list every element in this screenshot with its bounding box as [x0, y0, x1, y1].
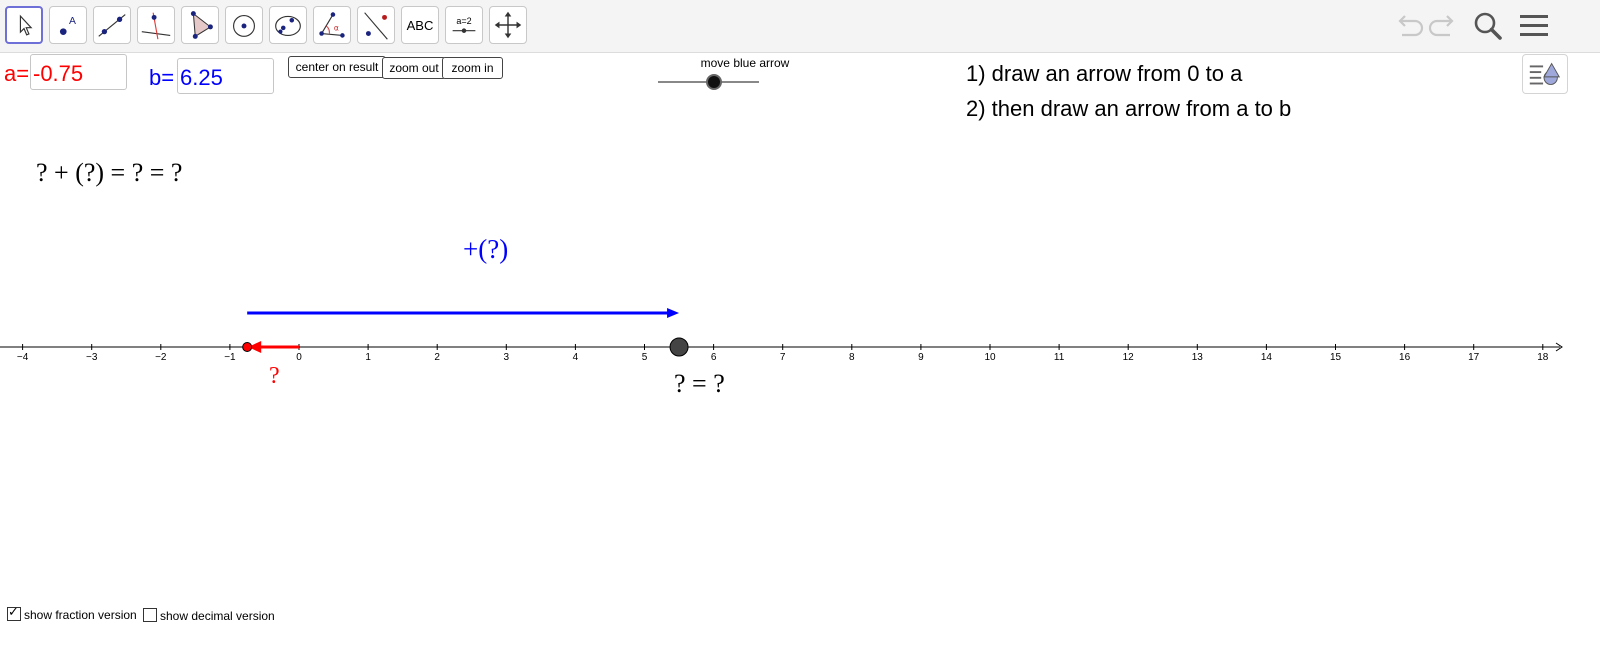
fraction-version-checkbox[interactable]: show fraction version	[7, 605, 137, 622]
tick-label: 5	[642, 352, 648, 363]
tick-label: 14	[1261, 352, 1273, 363]
tick-label: 8	[849, 352, 855, 363]
decimal-version-checkbox[interactable]: show decimal version	[143, 608, 275, 623]
arrows	[242, 308, 689, 357]
tick-label: 13	[1192, 352, 1204, 363]
tick-label: 10	[984, 352, 996, 363]
tick-label: 11	[1054, 352, 1065, 363]
graphics-view[interactable]: −4 −3 −2 −1 0 1 2 3 4 5 6 7 8 9 10 11 12 13 14 15 16 17 18	[0, 0, 1600, 650]
tick-label: 3	[504, 352, 510, 363]
tick-label: 17	[1468, 352, 1480, 363]
tick-label: −4	[17, 352, 29, 363]
tick-label: 1	[365, 352, 371, 363]
tick-label: 18	[1537, 352, 1549, 363]
tick-label: 0	[296, 352, 302, 363]
result-point[interactable]	[669, 337, 689, 357]
point-a[interactable]	[242, 342, 253, 352]
tick-label: 12	[1123, 352, 1135, 363]
tick-label: 2	[434, 352, 440, 363]
number-line: −4 −3 −2 −1 0 1 2 3 4 5 6 7 8 9 10 11 12 13 14 15 16 17 18	[0, 342, 1563, 363]
tick-label: 15	[1330, 352, 1342, 363]
tick-label: −3	[86, 352, 98, 363]
fraction-checkbox-box[interactable]	[7, 605, 21, 621]
tick-label: 4	[573, 352, 579, 363]
tick-label: −1	[224, 352, 236, 363]
blue-arrowhead	[667, 308, 680, 318]
decimal-checkbox-label: show decimal version	[160, 609, 275, 623]
tick-label: 9	[918, 352, 924, 363]
decimal-checkbox-box[interactable]	[143, 608, 157, 622]
tick-label: 7	[780, 352, 786, 363]
tick-label: 16	[1399, 352, 1411, 363]
tick-label: 6	[711, 352, 717, 363]
fraction-checkbox-label: show fraction version	[24, 608, 137, 622]
tick-label: −2	[155, 352, 167, 363]
